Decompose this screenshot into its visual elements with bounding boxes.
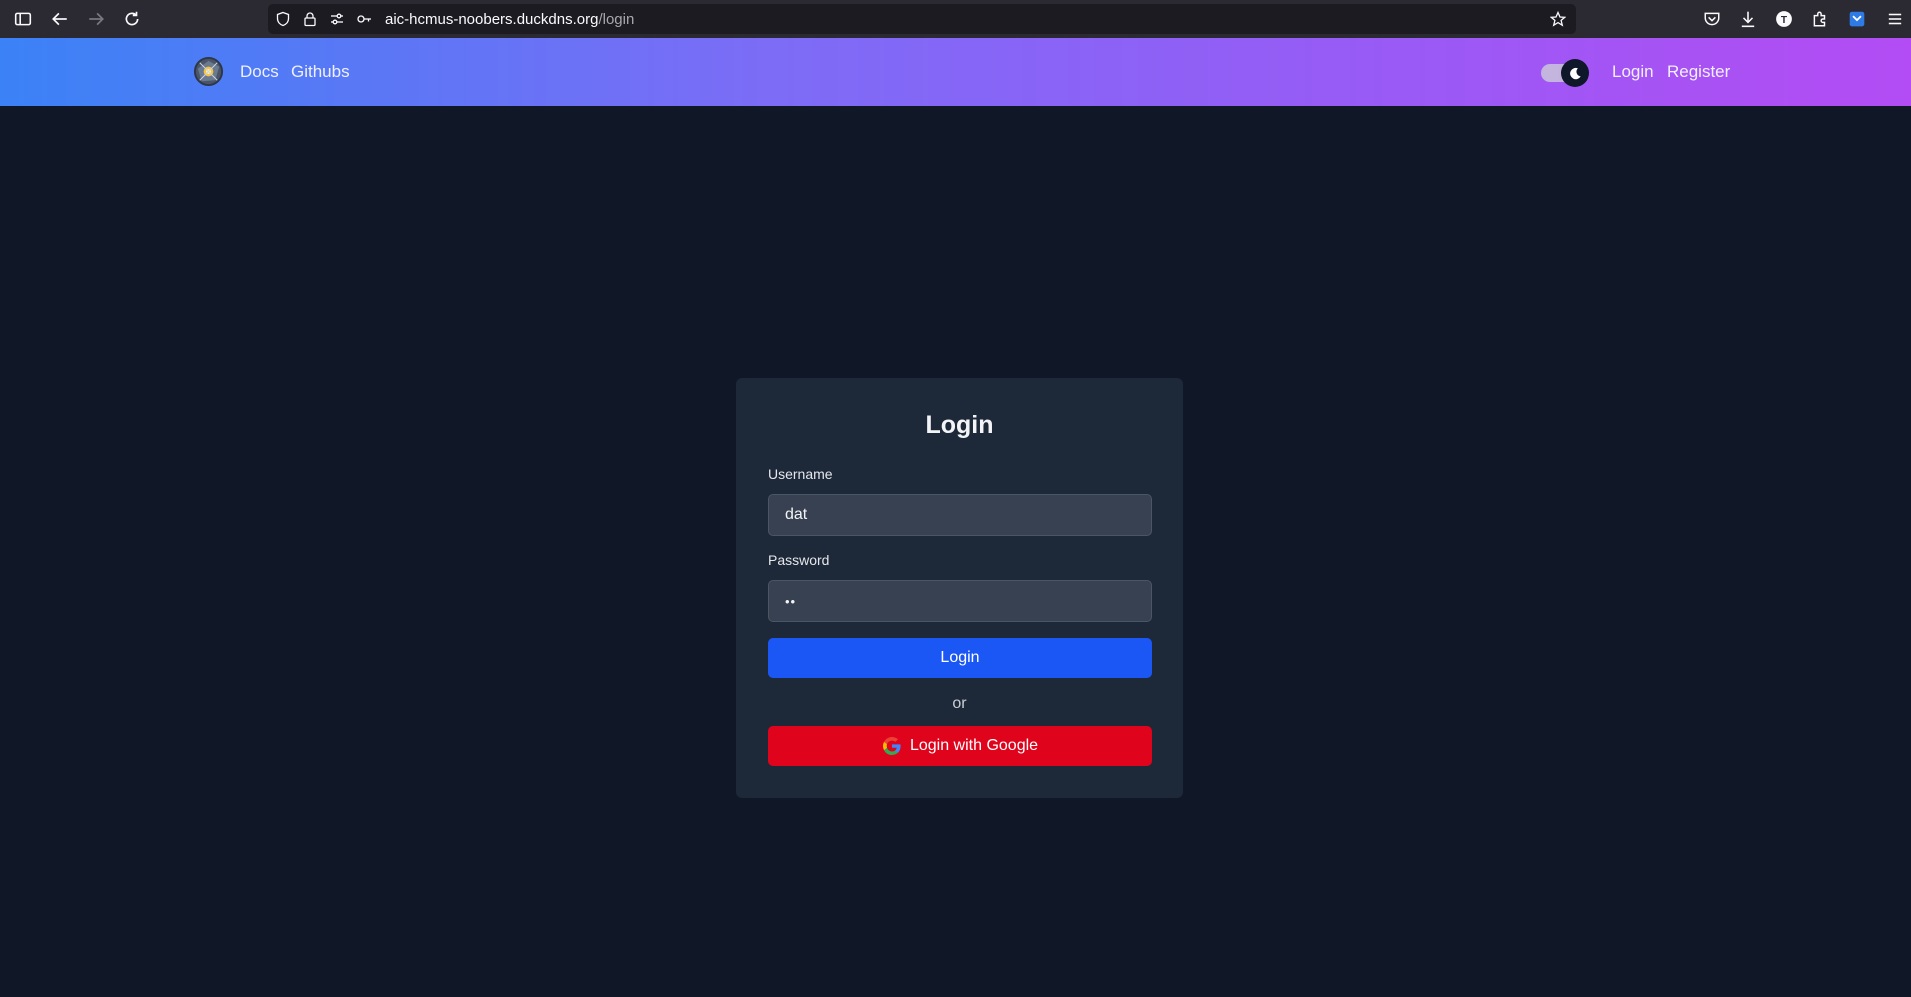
moon-icon	[1561, 59, 1589, 87]
password-input[interactable]: ••	[768, 580, 1152, 622]
key-icon[interactable]	[355, 10, 373, 28]
browser-toolbar: aic-hcmus-noobers.duckdns.org/login T	[0, 0, 1911, 38]
username-input[interactable]: dat	[768, 494, 1152, 536]
username-value: dat	[785, 506, 808, 523]
theme-toggle[interactable]	[1541, 59, 1589, 87]
svg-text:T: T	[1781, 15, 1788, 26]
app-navbar: Docs Githubs Login Register	[0, 38, 1911, 106]
google-login-label: Login with Google	[909, 737, 1039, 754]
url-host: aic-hcmus-noobers.duckdns.org	[385, 11, 599, 28]
username-label: Username	[768, 466, 833, 482]
url-text[interactable]: aic-hcmus-noobers.duckdns.org/login	[385, 11, 634, 28]
permissions-icon[interactable]	[328, 10, 346, 28]
password-value: ••	[785, 593, 797, 609]
google-login-button[interactable]: Login with Google	[768, 726, 1152, 766]
logo-icon[interactable]	[192, 55, 225, 88]
account-icon[interactable]: T	[1772, 7, 1796, 31]
login-button-label: Login	[940, 649, 980, 666]
password-label: Password	[768, 552, 830, 568]
google-icon	[882, 736, 902, 756]
pocket-icon[interactable]	[1700, 7, 1724, 31]
download-icon[interactable]	[1736, 7, 1760, 31]
extensions-icon[interactable]	[1808, 7, 1832, 31]
reload-icon[interactable]	[120, 7, 144, 31]
sidebar-icon[interactable]	[11, 7, 35, 31]
bookmark-star-icon[interactable]	[1549, 10, 1567, 28]
nav-link-docs[interactable]: Docs	[240, 62, 279, 82]
url-path: /login	[598, 11, 635, 28]
back-icon[interactable]	[48, 7, 72, 31]
menu-icon[interactable]	[1883, 7, 1907, 31]
or-divider: or	[952, 695, 967, 712]
extension-badge-icon[interactable]	[1845, 7, 1869, 31]
login-title: Login	[925, 411, 994, 439]
login-card: Login Username dat Password •• Login or …	[736, 378, 1183, 798]
url-bar[interactable]: aic-hcmus-noobers.duckdns.org/login	[268, 4, 1576, 34]
login-button[interactable]: Login	[768, 638, 1152, 678]
forward-icon[interactable]	[84, 7, 108, 31]
nav-link-githubs[interactable]: Githubs	[291, 62, 350, 82]
nav-register-link[interactable]: Register	[1667, 62, 1730, 82]
shield-icon[interactable]	[274, 10, 292, 28]
nav-login-link[interactable]: Login	[1612, 62, 1654, 82]
lock-icon[interactable]	[301, 10, 319, 28]
